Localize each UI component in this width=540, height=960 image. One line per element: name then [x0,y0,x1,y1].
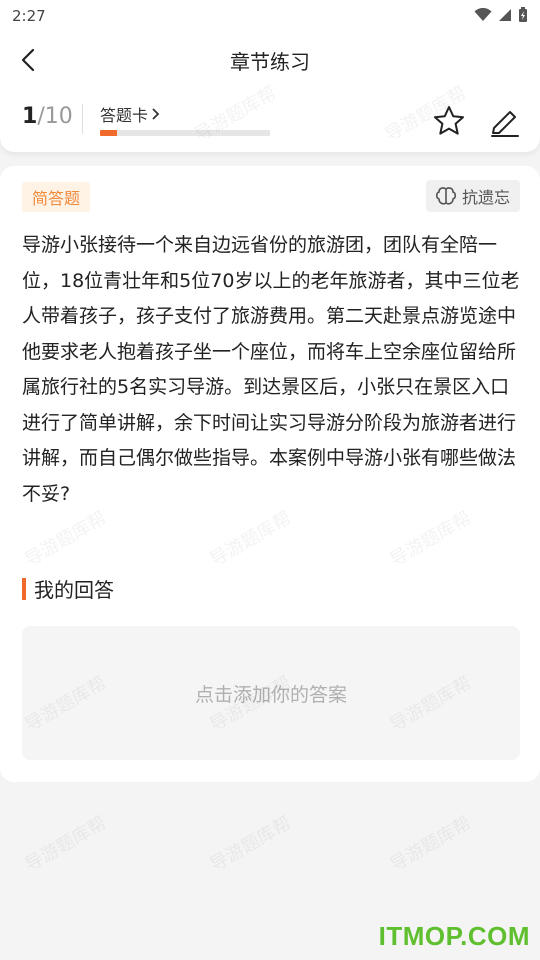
page-title: 章节练习 [230,50,310,74]
watermark: 导游题库帮 [386,812,475,876]
edit-note-button[interactable] [488,104,522,138]
total-questions: /10 [37,104,73,129]
answer-section-heading: 我的回答 [22,574,114,603]
signal-icon [499,9,511,21]
question-counter: 1/10 [22,104,73,129]
answer-heading-label: 我的回答 [34,578,114,602]
battery-icon [519,7,527,22]
answer-card-label: 答题卡 [100,106,149,125]
answer-card-button[interactable]: 答题卡 [100,102,160,126]
question-type-badge: 简答题 [22,182,91,212]
status-time: 2:27 [12,7,46,25]
current-question-number: 1 [22,104,38,129]
nav-bar: 章节练习 [0,32,540,88]
brain-icon [435,187,456,205]
divider [82,104,83,134]
status-icons [474,7,528,23]
chevron-right-icon [152,108,160,120]
answer-input-area[interactable]: 点击添加你的答案 [22,626,520,760]
watermark: 导游题库帮 [21,812,110,876]
progress-bar [100,130,270,136]
wifi-icon [474,8,492,21]
progress-fill [100,130,117,136]
watermark: 导游题库帮 [206,812,295,876]
question-card: 简答题 抗遗忘 导游小张接待一个来自边远省份的旅游团，团队有全陪一位，18位青壮… [0,166,540,782]
anti-forget-button[interactable]: 抗遗忘 [425,180,520,212]
star-icon [434,106,464,135]
favorite-button[interactable] [432,104,466,138]
question-text: 导游小张接待一个来自边远省份的旅游团，团队有全陪一位，18位青壮年和5位70岁以… [22,234,520,505]
pencil-icon [491,111,519,137]
status-bar: 2:27 [0,0,540,32]
progress-row: 1/10 答题卡 [0,88,540,152]
heading-accent-bar [22,577,26,600]
site-watermark-logo: ITMOP.COM [378,921,530,951]
anti-forget-label: 抗遗忘 [461,188,510,207]
